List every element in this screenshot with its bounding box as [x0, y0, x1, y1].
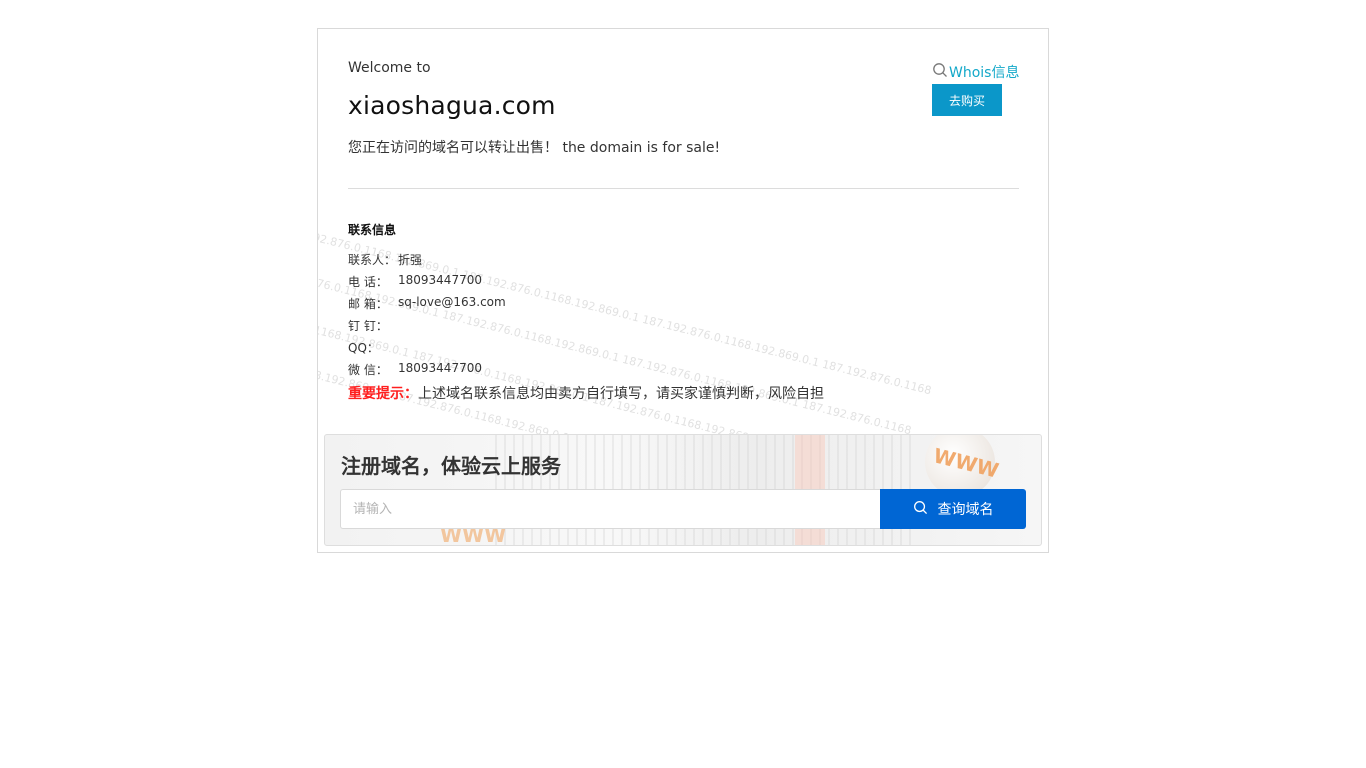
welcome-text: Welcome to [348, 60, 431, 76]
contact-label: 邮 箱： [348, 297, 388, 311]
contact-value: 18093447700 [398, 361, 482, 375]
divider [348, 188, 1019, 189]
search-icon [932, 62, 948, 82]
domain-search-input[interactable] [340, 489, 880, 529]
domain-sale-card: Welcome to xiaoshagua.com 您正在访问的域名可以转让出售… [317, 28, 1049, 553]
contact-row-phone: 电 话： 18093447700 [348, 273, 482, 290]
sale-notice: 您正在访问的域名可以转让出售！ the domain is for sale! [348, 140, 721, 156]
contact-label: QQ： [348, 341, 379, 355]
query-button-label: 查询域名 [937, 502, 994, 518]
warning-label: 重要提示： [348, 386, 418, 402]
buy-button[interactable]: 去购买 [932, 84, 1002, 116]
whois-link[interactable]: Whois信息 [932, 62, 1019, 82]
contact-title: 联系信息 [348, 223, 397, 237]
contact-label: 联系人： [348, 253, 397, 267]
contact-row-person: 联系人： 折强 [348, 251, 422, 268]
contact-row-dingtalk: 钉 钉： [348, 317, 398, 334]
watermark-background: 192.876.0.1168.192.869.0.1 187.192.876.0… [318, 209, 938, 469]
warning-text: 上述域名联系信息均由卖方自行填写，请买家谨慎判断，风险自担 [418, 386, 824, 402]
warning-notice: 重要提示：上述域名联系信息均由卖方自行填写，请买家谨慎判断，风险自担 [348, 383, 824, 403]
contact-value: 18093447700 [398, 273, 482, 287]
whois-label: Whois信息 [949, 65, 1020, 81]
contact-label: 微 信： [348, 363, 388, 377]
query-domain-button[interactable]: 查询域名 [880, 489, 1026, 529]
contact-value: 折强 [398, 253, 423, 267]
search-icon [913, 500, 928, 519]
domain-name: xiaoshagua.com [348, 91, 556, 120]
contact-row-wechat: 微 信： 18093447700 [348, 361, 482, 378]
contact-row-email: 邮 箱： sq-love@163.com [348, 295, 506, 312]
contact-label: 电 话： [348, 275, 388, 289]
contact-value: sq-love@163.com [398, 295, 506, 309]
register-domain-panel: WWW WWW 注册域名，体验云上服务 查询域名 [324, 434, 1042, 546]
contact-row-qq: QQ： [348, 339, 398, 356]
register-title: 注册域名，体验云上服务 [341, 454, 561, 478]
contact-label: 钉 钉： [348, 319, 388, 333]
